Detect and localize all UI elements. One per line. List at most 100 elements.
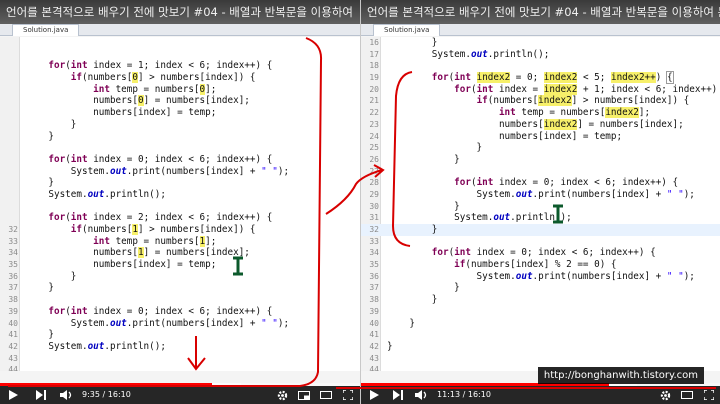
code-text: numbers[index2] = numbers[index]; (387, 118, 684, 130)
code-line[interactable]: 34 numbers[1] = numbers[index]; (0, 247, 360, 259)
line-number: 43 (369, 353, 379, 363)
code-line[interactable]: int temp = numbers[0]; (0, 83, 360, 96)
code-line[interactable]: for(int index = 2; index < 6; index++) { (0, 212, 360, 224)
code-line[interactable]: } (0, 131, 360, 143)
code-line[interactable]: if(numbers[0] > numbers[index]) { (0, 72, 360, 84)
code-line[interactable]: numbers[index] = temp; (0, 107, 360, 119)
code-line[interactable]: 40 } (361, 318, 720, 330)
volume-button[interactable] (413, 386, 429, 404)
code-text: } (26, 177, 54, 189)
next-icon (393, 390, 403, 400)
code-line[interactable]: 36 System.out.print(numbers[index] + " "… (361, 271, 720, 283)
settings-icon (277, 390, 287, 400)
code-line[interactable]: 43 (361, 353, 720, 365)
code-editor[interactable]: 16 } 17 System.out.println(); 18 19 for(int… (361, 37, 720, 371)
code-line[interactable]: 16 } (361, 37, 720, 49)
settings-button[interactable] (274, 386, 290, 404)
play-button[interactable] (6, 386, 20, 404)
code-text: } (26, 118, 77, 130)
code-line[interactable]: 22 int temp = numbers[index2]; (361, 107, 720, 119)
code-line[interactable]: 25 } (361, 142, 720, 154)
volume-icon (59, 390, 71, 400)
code-line[interactable]: 19 for(int index2 = 0; index2 < 5; index… (361, 71, 720, 85)
code-line[interactable]: 24 numbers[index] = temp; (361, 131, 720, 143)
code-line[interactable]: 32 } (361, 224, 720, 236)
code-line[interactable] (0, 37, 360, 49)
fullscreen-button[interactable] (340, 386, 356, 404)
volume-button[interactable] (58, 386, 74, 404)
code-line[interactable]: System.out.println(); (0, 189, 360, 201)
code-line[interactable]: 38 (0, 294, 360, 306)
code-line[interactable]: 37 } (0, 282, 360, 294)
code-line[interactable]: 23 numbers[index2] = numbers[index]; (361, 118, 720, 131)
code-line[interactable]: 30 } (361, 201, 720, 213)
code-line[interactable]: 35 if(numbers[index] % 2 == 0) { (361, 259, 720, 271)
code-line[interactable]: 29 System.out.print(numbers[index] + " "… (361, 189, 720, 201)
editor-tab-solution[interactable]: Solution.java (373, 24, 441, 36)
code-line[interactable]: 38 } (361, 294, 720, 306)
settings-button[interactable] (657, 386, 673, 404)
code-text: if(numbers[0] > numbers[index]) { (70, 72, 256, 84)
code-line[interactable]: 43 (0, 353, 360, 365)
miniplayer-icon (298, 390, 310, 400)
editor-tab-solution[interactable]: Solution.java (12, 24, 80, 36)
editor-tab-bar: Solution.java (0, 24, 360, 36)
code-line[interactable]: 44 (0, 364, 360, 371)
code-line[interactable]: 18 (361, 60, 720, 72)
code-line[interactable]: } (0, 177, 360, 189)
code-line[interactable] (0, 201, 360, 213)
code-line[interactable]: 27 (361, 166, 720, 178)
code-line[interactable]: } (0, 119, 360, 131)
line-number: 33 (8, 236, 18, 246)
code-line[interactable]: for(int index = 0; index < 6; index++) { (0, 154, 360, 166)
next-icon (36, 390, 46, 400)
code-line[interactable] (0, 49, 360, 61)
code-line[interactable]: 34 for(int index = 0; index < 6; index++… (361, 247, 720, 259)
fullscreen-icon (704, 390, 714, 400)
play-button[interactable] (367, 386, 381, 404)
code-line[interactable]: 20 for(int index = index2 + 1; index < 6… (361, 83, 720, 96)
line-number: 42 (369, 341, 379, 351)
code-line[interactable]: 33 (361, 236, 720, 248)
left-video-panel: 언어를 본격적으로 배우기 전에 맛보기 #04 - 배열과 반복문을 이용하여… (0, 0, 360, 404)
code-line[interactable]: 37 } (361, 282, 720, 294)
code-line[interactable] (0, 142, 360, 154)
code-text: System.out.print(numbers[index] + " "); (387, 188, 695, 200)
next-button[interactable] (34, 386, 48, 404)
code-editor[interactable]: for(int index = 1; index < 6; index++) {… (0, 37, 360, 371)
line-number: 16 (369, 38, 379, 47)
code-line[interactable]: 41 (361, 329, 720, 341)
video-title: 언어를 본격적으로 배우기 전에 맛보기 #04 - 배열과 반복문을 이용하여… (361, 0, 720, 24)
code-line[interactable]: 41 } (0, 329, 360, 341)
code-line[interactable]: 28 for(int index = 0; index < 6; index++… (361, 177, 720, 189)
code-line[interactable]: 40 System.out.print(numbers[index] + " "… (0, 318, 360, 330)
code-line[interactable]: 36 } (0, 271, 360, 283)
miniplayer-button[interactable] (296, 386, 312, 404)
code-line[interactable]: 42} (361, 341, 720, 353)
play-icon (369, 390, 379, 400)
theater-button[interactable] (318, 386, 334, 404)
volume-icon (414, 390, 426, 400)
code-line[interactable]: 21 if(numbers[index2] > numbers[index]) … (361, 95, 720, 107)
fullscreen-button[interactable] (701, 386, 717, 404)
code-line[interactable]: 35 numbers[index] = temp; (0, 259, 360, 271)
code-line[interactable]: for(int index = 1; index < 6; index++) { (0, 60, 360, 72)
code-line[interactable]: numbers[0] = numbers[index]; (0, 95, 360, 107)
line-number: 35 (369, 260, 379, 270)
code-line[interactable]: 26 } (361, 154, 720, 166)
next-button[interactable] (391, 386, 405, 404)
theater-button[interactable] (679, 386, 695, 404)
code-line[interactable]: System.out.print(numbers[index] + " "); (0, 166, 360, 178)
time-current: 9:35 (82, 390, 100, 399)
line-number: 43 (8, 353, 18, 363)
code-text: for(int index = 2; index < 6; index++) { (48, 212, 273, 224)
code-line[interactable]: 39 for(int index = 0; index < 6; index++… (0, 306, 360, 318)
code-line[interactable]: 42 System.out.println(); (0, 341, 360, 353)
code-line[interactable]: 31 System.out.println(); (361, 212, 720, 224)
line-number: 24 (369, 131, 379, 141)
code-line[interactable]: 39 (361, 306, 720, 318)
line-number: 34 (8, 248, 18, 258)
code-line[interactable]: 33 int temp = numbers[1]; (0, 235, 360, 248)
code-line[interactable]: 32 if(numbers[1] > numbers[index]) { (0, 224, 360, 236)
code-line[interactable]: 17 System.out.println(); (361, 49, 720, 61)
